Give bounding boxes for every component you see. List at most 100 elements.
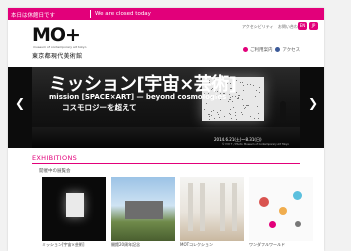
- util-link-accessibility[interactable]: アクセシビリティ: [242, 24, 274, 29]
- exhibition-card[interactable]: ミッション[宇宙×芸術]: [42, 177, 106, 251]
- notice-text-en: We are closed today: [95, 10, 151, 17]
- artwork-speck: [240, 112, 242, 114]
- logo-subtitle: museum of contemporary art tokyo: [33, 45, 87, 49]
- access-icon: [275, 47, 281, 52]
- artwork-speck: [223, 116, 225, 118]
- artwork-speck: [229, 98, 231, 100]
- thumbnail-figure: [269, 221, 276, 228]
- artwork-speck: [208, 116, 210, 118]
- section-subtitle: 開催中の展覧会: [39, 169, 71, 174]
- thumbnail-figure: [279, 207, 287, 215]
- utility-links: アクセシビリティ お問い合わせ: [242, 24, 305, 30]
- artwork-speck: [235, 118, 237, 120]
- artwork-speck: [258, 117, 260, 119]
- artwork-speck: [228, 101, 230, 102]
- header-links: ご利用案内 アクセス: [243, 47, 300, 53]
- artwork-speck: [242, 90, 244, 92]
- artwork-speck: [242, 113, 244, 115]
- site-header: MO+ museum of contemporary art tokyo 東京都…: [8, 20, 324, 72]
- thumbnail-column: [232, 183, 237, 231]
- artwork-speck: [213, 118, 215, 120]
- thumbnail-column: [188, 183, 193, 231]
- hero-subtitle-en: mission [SPACE×ART] — beyond cosmologies: [49, 93, 227, 101]
- artwork-speck: [217, 114, 219, 116]
- exhibition-thumbnail[interactable]: [180, 177, 244, 241]
- artwork-speck: [230, 96, 232, 98]
- header-link-guide[interactable]: ご利用案内: [250, 48, 273, 53]
- artwork-speck: [232, 101, 234, 103]
- artwork-speck: [247, 104, 249, 106]
- artwork-speck: [259, 91, 261, 93]
- thumbnail-column: [220, 183, 225, 231]
- artwork-speck: [208, 114, 210, 116]
- artwork-speck: [243, 108, 245, 110]
- notice-separator: [90, 10, 91, 18]
- exhibition-thumbnail[interactable]: [249, 177, 313, 241]
- artwork-speck: [210, 114, 212, 116]
- artwork-speck: [212, 109, 214, 111]
- artwork-speck: [242, 82, 244, 84]
- artwork-speck: [238, 95, 240, 97]
- artwork-speck: [243, 104, 245, 106]
- section-title: EXHIBITIONS: [32, 154, 78, 162]
- visitor-silhouette: [280, 101, 286, 123]
- site-logo[interactable]: MO+ museum of contemporary art tokyo 東京都…: [32, 24, 87, 62]
- logo-museum-name: 東京都現代美術館: [32, 53, 83, 60]
- exhibition-caption[interactable]: ワンダフルワールド: [249, 242, 285, 248]
- hero-slide[interactable]: ミッション[宇宙×芸術] mission [SPACE×ART] — beyon…: [32, 67, 300, 148]
- artwork-speck: [249, 115, 251, 117]
- artwork-speck: [209, 118, 211, 120]
- artwork-speck: [255, 95, 257, 97]
- artwork-speck: [235, 115, 237, 117]
- artwork-speck: [252, 84, 254, 86]
- exhibition-card[interactable]: ワンダフルワールド: [249, 177, 313, 251]
- hero-subtitle-jp: コスモロジーを超えて: [62, 103, 137, 112]
- artwork-speck: [247, 84, 249, 86]
- closed-notice-bar: 本日は休館日です We are closed today: [8, 8, 324, 20]
- notice-text-jp: 本日は休館日です: [11, 12, 56, 19]
- artwork-speck: [253, 117, 255, 119]
- artwork-speck: [219, 117, 221, 119]
- exhibition-caption[interactable]: ミッション[宇宙×芸術]: [42, 242, 84, 248]
- exhibition-caption[interactable]: 開館20周年記念: [111, 242, 140, 248]
- thumbnail-figure: [259, 197, 269, 207]
- hero-credit: © ＭＯＴ / Photo: Museum of Contemporary Ar…: [222, 143, 289, 146]
- thumbnail-figure: [295, 221, 301, 227]
- thumbnail-building: [125, 201, 163, 219]
- artwork-speck: [257, 113, 259, 115]
- artwork-speck: [255, 89, 257, 91]
- arrow-right-icon[interactable]: ❯: [308, 97, 318, 109]
- artwork-speck: [242, 98, 244, 100]
- section-divider: [32, 163, 300, 164]
- artwork-speck: [235, 112, 237, 114]
- artwork-speck: [256, 106, 258, 108]
- lang-button-jp[interactable]: JP: [309, 22, 318, 30]
- thumbnail-figure: [293, 191, 302, 200]
- logo-mark: MO+: [32, 24, 81, 46]
- info-icon: [243, 47, 248, 52]
- artwork-speck: [249, 84, 251, 86]
- exhibition-caption[interactable]: MOTコレクション: [180, 242, 213, 248]
- artwork-speck: [211, 110, 213, 112]
- exhibition-thumbnail[interactable]: [42, 177, 106, 241]
- artwork-speck: [238, 97, 240, 99]
- exhibition-thumbnail[interactable]: [111, 177, 175, 241]
- artwork-speck: [242, 85, 244, 87]
- thumbnail-artwork: [66, 193, 84, 217]
- exhibition-card[interactable]: MOTコレクション: [180, 177, 244, 251]
- exhibition-card[interactable]: 開館20周年記念: [111, 177, 175, 251]
- header-link-access[interactable]: アクセス: [282, 48, 300, 53]
- artwork-speck: [234, 95, 236, 97]
- exhibition-cards: ミッション[宇宙×芸術] 開館20周年記念 MOTコレクション ワンダフルワール…: [42, 177, 322, 251]
- museum-homepage: 本日は休館日です We are closed today MO+ museum …: [8, 8, 324, 251]
- artwork-speck: [240, 82, 242, 84]
- hero-slider[interactable]: ミッション[宇宙×芸術] mission [SPACE×ART] — beyon…: [8, 67, 324, 148]
- artwork-speck: [204, 109, 206, 111]
- artwork-speck: [245, 106, 246, 108]
- arrow-left-icon[interactable]: ❮: [15, 97, 25, 109]
- artwork-speck: [230, 113, 232, 115]
- artwork-speck: [205, 103, 207, 104]
- thumbnail-column: [200, 183, 205, 231]
- lang-button-en[interactable]: EN: [298, 22, 307, 30]
- artwork-speck: [245, 104, 247, 106]
